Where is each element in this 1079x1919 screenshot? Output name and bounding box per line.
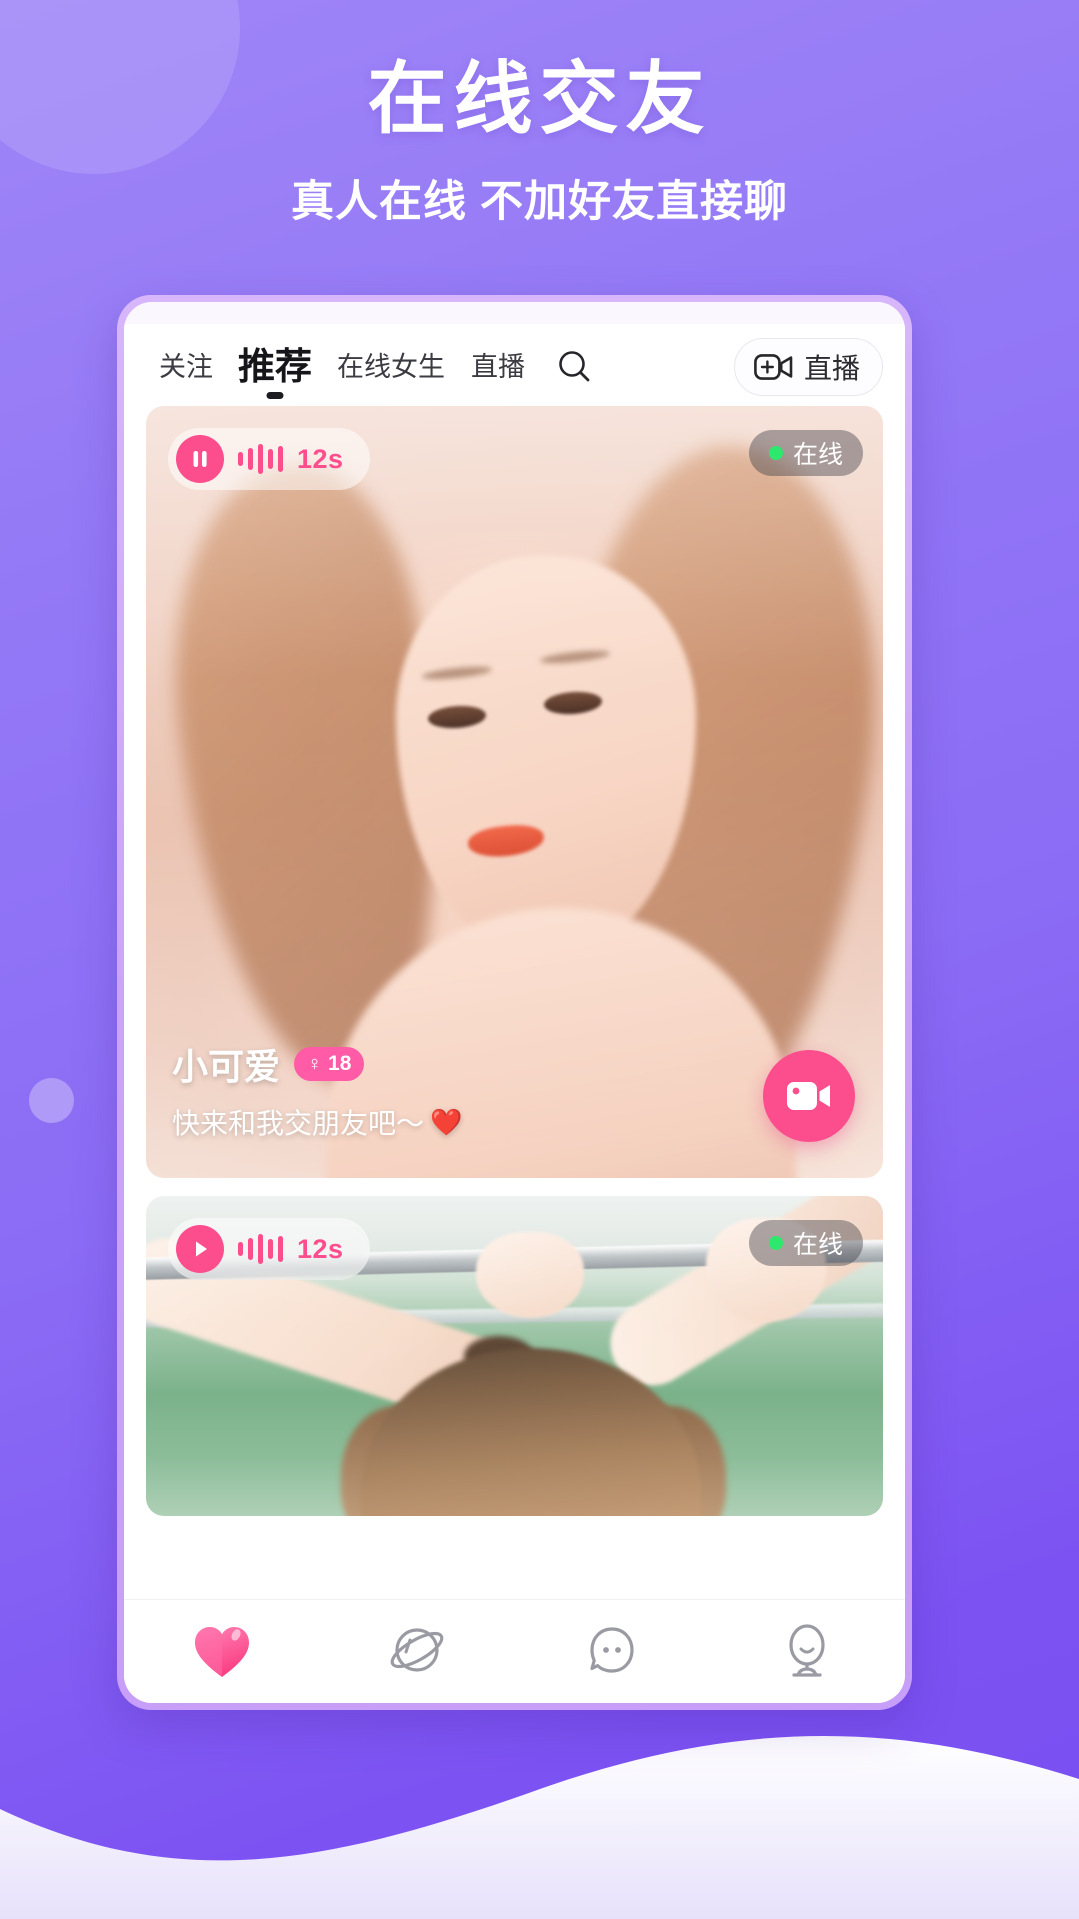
bottom-navigation-bar <box>124 1599 905 1703</box>
video-call-icon <box>787 1082 830 1110</box>
page-subtitle: 真人在线 不加好友直接聊 <box>291 177 788 226</box>
play-icon <box>196 1241 207 1257</box>
profile-bio-1: 快来和我交朋友吧～ <box>172 1108 425 1139</box>
nav-item-heart[interactable] <box>124 1600 319 1703</box>
phone-mockup: 关注 推荐 在线女生 直播 直播 12s 在线 小可爱 ♀ 18 快来和我交朋友… <box>117 295 912 1710</box>
planet-icon <box>390 1627 444 1672</box>
voice-player-2[interactable]: 12s <box>168 1218 370 1280</box>
profile-bio-row-1: 快来和我交朋友吧～ ❤️ <box>172 1102 462 1142</box>
tab-live[interactable]: 直播 <box>458 344 538 390</box>
search-button[interactable] <box>554 346 596 388</box>
nav-item-messages[interactable] <box>515 1600 710 1703</box>
voice-play-button-2[interactable] <box>176 1225 224 1273</box>
tab-follow-label: 关注 <box>159 352 213 382</box>
voice-duration-1: 12s <box>297 443 344 474</box>
feed-card-2[interactable]: 12s 在线 <box>146 1196 883 1516</box>
status-bar <box>124 302 905 324</box>
waveform-icon-2 <box>238 1234 283 1264</box>
promo-header: 在线交友 真人在线 不加好友直接聊 <box>0 54 1079 229</box>
nav-item-profile[interactable] <box>710 1600 905 1703</box>
tab-recommend[interactable]: 推荐 <box>226 344 324 399</box>
video-add-icon <box>754 354 793 380</box>
phone-screen: 关注 推荐 在线女生 直播 直播 12s 在线 小可爱 ♀ 18 快来和我交朋友… <box>124 302 905 1703</box>
tab-active-indicator <box>266 392 284 399</box>
nav-item-discover[interactable] <box>319 1600 514 1703</box>
online-dot-icon <box>768 1236 783 1250</box>
online-status-badge-1: 在线 <box>748 430 863 476</box>
video-call-button-1[interactable] <box>763 1050 855 1142</box>
start-live-button[interactable]: 直播 <box>733 338 883 396</box>
online-status-label-2: 在线 <box>792 1231 843 1259</box>
voice-player-1[interactable]: 12s <box>168 428 370 490</box>
tab-follow[interactable]: 关注 <box>146 344 226 390</box>
profile-name-1: 小可爱 <box>172 1046 281 1087</box>
heart-emoji-icon: ❤️ <box>430 1106 463 1137</box>
search-icon <box>559 351 590 382</box>
page-title: 在线交友 <box>367 54 712 143</box>
profile-info-1: 小可爱 ♀ 18 快来和我交朋友吧～ ❤️ <box>172 1038 462 1142</box>
feed-card-1[interactable]: 12s 在线 小可爱 ♀ 18 快来和我交朋友吧～ ❤️ <box>146 406 883 1178</box>
heart-icon <box>194 1626 249 1677</box>
feed-list[interactable]: 12s 在线 小可爱 ♀ 18 快来和我交朋友吧～ ❤️ 12s 在线 <box>124 406 905 1599</box>
female-icon: ♀ <box>307 1053 323 1075</box>
online-dot-icon <box>768 446 783 460</box>
gender-age-badge-1: ♀ 18 <box>294 1047 365 1081</box>
profile-name-row-1: 小可爱 ♀ 18 <box>172 1038 462 1090</box>
tab-online-girls[interactable]: 在线女生 <box>324 344 458 390</box>
online-status-badge-2: 在线 <box>748 1220 863 1266</box>
voice-duration-2: 12s <box>297 1233 344 1264</box>
online-status-label-1: 在线 <box>792 441 843 469</box>
waveform-icon-1 <box>238 444 283 474</box>
tab-live-label: 直播 <box>471 352 525 382</box>
voice-pause-button-1[interactable] <box>176 435 224 483</box>
start-live-button-label: 直播 <box>803 353 860 384</box>
pause-icon <box>193 451 207 467</box>
tab-recommend-label: 推荐 <box>238 346 312 387</box>
tab-online-girls-label: 在线女生 <box>337 352 445 382</box>
profile-age-1: 18 <box>328 1052 352 1075</box>
person-icon <box>789 1623 825 1677</box>
top-tab-bar: 关注 推荐 在线女生 直播 直播 <box>124 324 905 406</box>
decor-circle-small <box>29 1078 74 1123</box>
chat-face-icon <box>590 1626 634 1673</box>
